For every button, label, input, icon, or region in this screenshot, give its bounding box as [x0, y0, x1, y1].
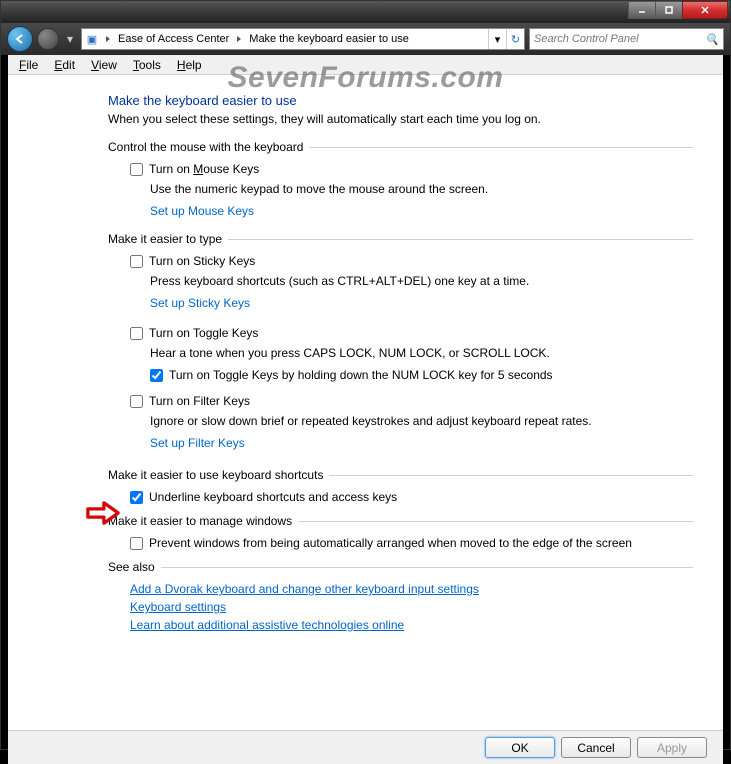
breadcrumb[interactable]: ▣ Ease of Access Center Make the keyboar…	[81, 28, 525, 50]
maximize-button[interactable]	[655, 1, 683, 19]
control-panel-icon: ▣	[82, 33, 102, 46]
back-button[interactable]	[7, 26, 33, 52]
breadcrumb-dropdown[interactable]: ▾	[488, 29, 506, 49]
search-input[interactable]: Search Control Panel 🔍	[529, 28, 724, 50]
toggle-checkbox[interactable]	[130, 327, 143, 340]
seealso-dvorak-link[interactable]: Add a Dvorak keyboard and change other k…	[130, 582, 479, 596]
toggle-desc: Hear a tone when you press CAPS LOCK, NU…	[150, 346, 693, 360]
section-shortcuts-heading: Make it easier to use keyboard shortcuts	[108, 468, 693, 482]
close-button[interactable]	[682, 1, 728, 19]
ok-button[interactable]: OK	[485, 737, 555, 758]
menu-bar: File Edit View Tools Help	[8, 55, 723, 75]
mousekeys-setup-link[interactable]: Set up Mouse Keys	[150, 204, 254, 218]
section-type-heading: Make it easier to type	[108, 232, 693, 246]
prevent-arrange-label: Prevent windows from being automatically…	[149, 536, 632, 550]
underline-label: Underline keyboard shortcuts and access …	[149, 490, 397, 504]
section-windows-heading: Make it easier to manage windows	[108, 514, 693, 528]
search-icon: 🔍	[705, 33, 719, 46]
mousekeys-desc: Use the numeric keypad to move the mouse…	[150, 182, 693, 196]
seealso-assistive-link[interactable]: Learn about additional assistive technol…	[130, 618, 404, 632]
search-placeholder: Search Control Panel	[534, 33, 639, 45]
menu-tools[interactable]: Tools	[126, 57, 168, 73]
content-area: Make the keyboard easier to use When you…	[8, 75, 723, 730]
filter-desc: Ignore or slow down brief or repeated ke…	[150, 414, 693, 428]
sticky-setup-link[interactable]: Set up Sticky Keys	[150, 296, 250, 310]
sticky-checkbox[interactable]	[130, 255, 143, 268]
forward-button[interactable]	[37, 28, 59, 50]
seealso-keyboard-link[interactable]: Keyboard settings	[130, 600, 226, 614]
cancel-button[interactable]: Cancel	[561, 737, 631, 758]
filter-setup-link[interactable]: Set up Filter Keys	[150, 436, 245, 450]
menu-help[interactable]: Help	[170, 57, 209, 73]
refresh-button[interactable]: ↻	[506, 29, 524, 49]
nav-bar: ▾ ▣ Ease of Access Center Make the keybo…	[1, 23, 730, 55]
window-frame: ▾ ▣ Ease of Access Center Make the keybo…	[0, 0, 731, 750]
arrow-annotation-icon	[86, 501, 120, 525]
toggle-numlock-checkbox[interactable]	[150, 369, 163, 382]
menu-file[interactable]: File	[12, 57, 45, 73]
minimize-button[interactable]	[628, 1, 656, 19]
breadcrumb-seg-2[interactable]: Make the keyboard easier to use	[245, 33, 413, 45]
history-dropdown-icon[interactable]: ▾	[63, 32, 77, 46]
toggle-numlock-label: Turn on Toggle Keys by holding down the …	[169, 368, 553, 382]
filter-label: Turn on Filter Keys	[149, 394, 250, 408]
button-bar: OK Cancel Apply	[8, 730, 723, 764]
filter-checkbox[interactable]	[130, 395, 143, 408]
mousekeys-checkbox[interactable]	[130, 163, 143, 176]
title-bar	[1, 1, 730, 23]
breadcrumb-seg-1[interactable]: Ease of Access Center	[114, 33, 233, 45]
section-mouse-heading: Control the mouse with the keyboard	[108, 140, 693, 154]
mousekeys-label: Turn on Mouse Keys	[149, 162, 259, 176]
apply-button[interactable]: Apply	[637, 737, 707, 758]
underline-checkbox[interactable]	[130, 491, 143, 504]
menu-view[interactable]: View	[84, 57, 124, 73]
section-seealso-heading: See also	[108, 560, 693, 574]
page-subtitle: When you select these settings, they wil…	[108, 112, 693, 126]
sticky-desc: Press keyboard shortcuts (such as CTRL+A…	[150, 274, 693, 288]
page-title: Make the keyboard easier to use	[108, 93, 693, 108]
toggle-label: Turn on Toggle Keys	[149, 326, 258, 340]
menu-edit[interactable]: Edit	[47, 57, 82, 73]
sticky-label: Turn on Sticky Keys	[149, 254, 255, 268]
prevent-arrange-checkbox[interactable]	[130, 537, 143, 550]
